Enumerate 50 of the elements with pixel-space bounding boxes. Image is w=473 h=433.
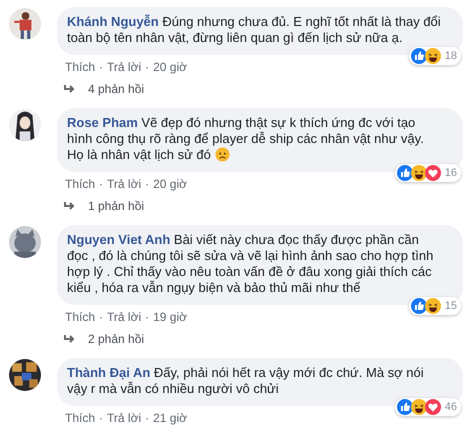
reaction-count: 16 bbox=[444, 166, 457, 181]
separator-dot: · bbox=[99, 310, 104, 324]
separator-dot: · bbox=[99, 177, 104, 191]
action-link[interactable]: Trả lời bbox=[107, 411, 142, 425]
laughing-face-icon bbox=[424, 298, 441, 314]
reaction-count: 15 bbox=[444, 299, 457, 314]
action-link[interactable]: Thích bbox=[65, 310, 96, 324]
view-replies-link[interactable]: 2 phản hồi bbox=[88, 332, 144, 346]
separator-dot: · bbox=[145, 411, 150, 425]
like-icon bbox=[396, 399, 413, 415]
separator-dot: · bbox=[99, 60, 104, 74]
comment-text: Nguyen Viet Anh Bài viết này chưa đọc thấy được phần cần đọc , đó là chúng tôi sẽ sửa và vẽ lại hình ảnh sao cho hợp tình hợp lý . Chỉ thấy vào nêu toàn vấn đề ở đâu xong giải thích các kiểu , hóa ra vẫn ngụy biện và bảo thủ mãi như thế bbox=[67, 232, 434, 296]
timestamp: 21 giờ bbox=[153, 411, 187, 425]
timestamp: 20 giờ bbox=[153, 177, 187, 191]
view-replies-link[interactable]: 1 phản hồi bbox=[88, 199, 144, 213]
separator-dot: · bbox=[145, 177, 150, 191]
author-name[interactable]: Rose Pham bbox=[67, 115, 138, 130]
author-name[interactable]: Nguyen Viet Anh bbox=[67, 232, 170, 247]
reaction-count: 18 bbox=[444, 49, 457, 64]
timestamp: 19 giờ bbox=[153, 310, 187, 324]
reaction-summary[interactable]: 18 bbox=[408, 47, 461, 65]
like-icon bbox=[410, 48, 427, 64]
reply-arrow-icon bbox=[64, 334, 76, 344]
reaction-summary[interactable]: 16 bbox=[394, 164, 461, 182]
author-name[interactable]: Thành Đại An bbox=[67, 365, 150, 380]
action-link[interactable]: Trả lời bbox=[107, 310, 142, 324]
timestamp: 20 giờ bbox=[153, 60, 187, 74]
reaction-summary[interactable]: 15 bbox=[408, 297, 461, 315]
laughing-face-icon bbox=[410, 399, 427, 415]
reaction-count: 46 bbox=[444, 400, 457, 415]
separator-dot: · bbox=[145, 310, 150, 324]
reaction-summary[interactable]: 46 bbox=[394, 398, 461, 416]
separator-dot: · bbox=[145, 60, 150, 74]
action-link[interactable]: Trả lời bbox=[107, 177, 142, 191]
action-link[interactable]: Thích bbox=[65, 60, 96, 74]
like-icon bbox=[410, 298, 427, 314]
view-replies-link[interactable]: 4 phản hồi bbox=[88, 82, 144, 96]
action-link[interactable]: Trả lời bbox=[107, 60, 142, 74]
comment-text: Rose Pham Vẽ đẹp đó nhưng thật sự k thích ứng đc với tạo hình công thụ rõ ràng để player dễ ship các nhân vật như vậy. Họ là nhân vật lịch sử đó bbox=[67, 115, 425, 163]
separator-dot: · bbox=[99, 411, 104, 425]
comment-text: Khánh Nguyễn Đúng nhưng chưa đủ. E nghĩ tốt nhất là thay đổi toàn bộ tên nhân vật, đừng liên quan gì đến lịch sử nữa ạ. bbox=[67, 14, 442, 46]
comment-text: Thành Đại An Đấy, phải nói hết ra vậy mới đc chứ. Mà sợ nói vậy r mà vẫn có nhiều người vô chửi bbox=[67, 365, 425, 397]
author-name[interactable]: Khánh Nguyễn bbox=[67, 14, 159, 29]
action-link[interactable]: Thích bbox=[65, 177, 96, 191]
like-icon bbox=[396, 165, 413, 181]
action-link[interactable]: Thích bbox=[65, 411, 96, 425]
reply-arrow-icon bbox=[64, 201, 76, 211]
reply-arrow-icon bbox=[64, 84, 76, 94]
laughing-face-icon bbox=[424, 48, 441, 64]
laughing-face-icon bbox=[410, 165, 427, 181]
